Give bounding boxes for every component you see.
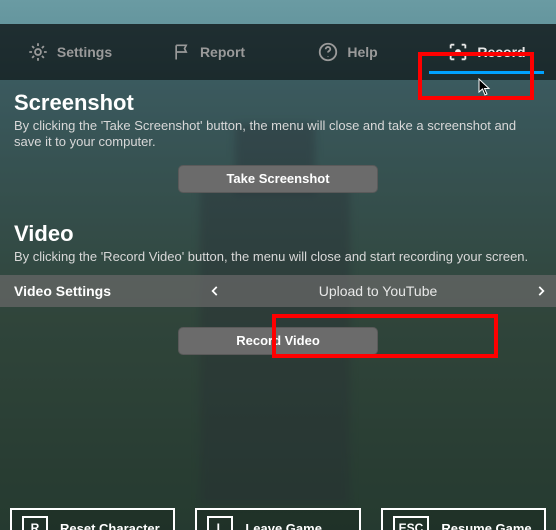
tab-bar: Settings Report Help	[0, 24, 556, 80]
bottom-bar: R Reset Character L Leave Game ESC Resum…	[0, 508, 556, 530]
take-screenshot-button[interactable]: Take Screenshot	[178, 165, 378, 193]
record-video-button[interactable]: Record Video	[178, 327, 378, 355]
section-description: By clicking the 'Take Screenshot' button…	[14, 118, 542, 151]
resume-game-button[interactable]: ESC Resume Game	[381, 508, 546, 530]
leave-game-button[interactable]: L Leave Game	[195, 508, 360, 530]
keycap: ESC	[393, 516, 430, 530]
tab-report[interactable]: Report	[139, 24, 278, 80]
video-settings-label: Video Settings	[0, 283, 200, 299]
prev-option-button[interactable]	[200, 275, 230, 307]
section-heading: Video	[14, 221, 542, 247]
button-label: Leave Game	[245, 521, 322, 530]
active-tab-underline	[429, 71, 544, 74]
video-settings-value: Upload to YouTube	[230, 283, 526, 299]
tab-record[interactable]: Record	[417, 24, 556, 80]
chevron-left-icon	[208, 281, 222, 301]
button-label: Take Screenshot	[226, 171, 329, 186]
tab-label: Settings	[57, 44, 112, 60]
tab-label: Report	[200, 44, 245, 60]
record-icon	[447, 41, 469, 63]
keycap: L	[207, 516, 233, 530]
section-heading: Screenshot	[14, 90, 542, 116]
section-description: By clicking the 'Record Video' button, t…	[14, 249, 542, 265]
chevron-right-icon	[534, 281, 548, 301]
button-label: Reset Character	[60, 521, 160, 530]
tab-label: Help	[347, 44, 377, 60]
button-label: Resume Game	[441, 521, 531, 530]
screenshot-section: Screenshot By clicking the 'Take Screens…	[0, 80, 556, 197]
tab-help[interactable]: Help	[278, 24, 417, 80]
keycap: R	[22, 516, 48, 530]
button-label: Record Video	[236, 333, 320, 348]
gear-icon	[27, 41, 49, 63]
tab-label: Record	[477, 44, 525, 60]
flag-icon	[172, 42, 192, 62]
video-settings-row: Video Settings Upload to YouTube	[0, 275, 556, 307]
tab-settings[interactable]: Settings	[0, 24, 139, 80]
next-option-button[interactable]	[526, 275, 556, 307]
reset-character-button[interactable]: R Reset Character	[10, 508, 175, 530]
video-section: Video By clicking the 'Record Video' but…	[0, 211, 556, 269]
help-icon	[317, 41, 339, 63]
